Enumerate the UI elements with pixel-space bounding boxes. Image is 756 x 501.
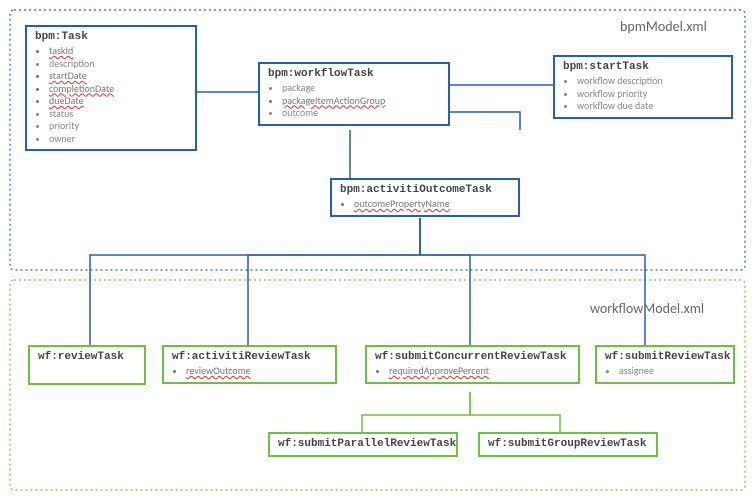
node-wf-reviewtask: wf:reviewTask <box>28 345 146 385</box>
node-item: owner <box>49 133 189 146</box>
node-items: packagepackageItemActionGroupoutcome <box>268 82 442 120</box>
node-title: bpm:startTask <box>563 61 725 73</box>
node-item: reviewOutcome <box>186 365 329 378</box>
node-items: reviewOutcome <box>172 365 329 378</box>
node-title: wf:submitParallelReviewTask <box>278 438 450 450</box>
region-label-workflow: workflowModel.xml <box>590 300 704 317</box>
node-title: wf:submitReviewTask <box>605 351 727 363</box>
node-wf-submitgroupreviewtask: wf:submitGroupReviewTask <box>478 432 658 457</box>
node-wf-submitconcurrentreviewtask: wf:submitConcurrentReviewTask requiredAp… <box>365 345 580 384</box>
node-wf-activitireviewtask: wf:activitiReviewTask reviewOutcome <box>162 345 337 384</box>
node-item: requiredApprovePercent <box>389 365 572 378</box>
node-wf-submitreviewtask: wf:submitReviewTask assignee <box>595 345 735 384</box>
region-label-bpm: bpmModel.xml <box>620 18 707 35</box>
node-item: outcome <box>282 107 442 120</box>
node-bpm-task: bpm:Task taskIddescriptionstartDatecompl… <box>25 25 197 151</box>
node-title: bpm:workflowTask <box>268 68 442 80</box>
node-items: workflow descriptionworkflow prioritywor… <box>563 75 725 113</box>
node-item: priority <box>49 120 189 133</box>
node-title: wf:activitiReviewTask <box>172 351 329 363</box>
node-item: workflow description <box>577 75 725 88</box>
node-item: startDate <box>49 70 189 83</box>
node-items: outcomePropertyName <box>340 198 512 211</box>
node-item: workflow due date <box>577 100 725 113</box>
node-title: wf:submitGroupReviewTask <box>488 438 650 450</box>
node-item: outcomePropertyName <box>354 198 512 211</box>
node-items: taskIddescriptionstartDatecompletionDate… <box>35 45 189 145</box>
node-title: bpm:activitiOutcomeTask <box>340 184 512 196</box>
node-item: dueDate <box>49 95 189 108</box>
node-bpm-workflowtask: bpm:workflowTask packagepackageItemActio… <box>258 62 450 126</box>
node-bpm-activitioutcometask: bpm:activitiOutcomeTask outcomePropertyN… <box>330 178 520 217</box>
node-item: assignee <box>619 365 727 378</box>
node-items: assignee <box>605 365 727 378</box>
node-title: wf:reviewTask <box>38 351 138 363</box>
node-title: wf:submitConcurrentReviewTask <box>375 351 572 363</box>
node-item: taskId <box>49 45 189 58</box>
node-title: bpm:Task <box>35 31 189 43</box>
node-item: package <box>282 82 442 95</box>
node-items: requiredApprovePercent <box>375 365 572 378</box>
node-wf-submitparallelreviewtask: wf:submitParallelReviewTask <box>268 432 458 457</box>
node-bpm-starttask: bpm:startTask workflow descriptionworkfl… <box>553 55 733 119</box>
